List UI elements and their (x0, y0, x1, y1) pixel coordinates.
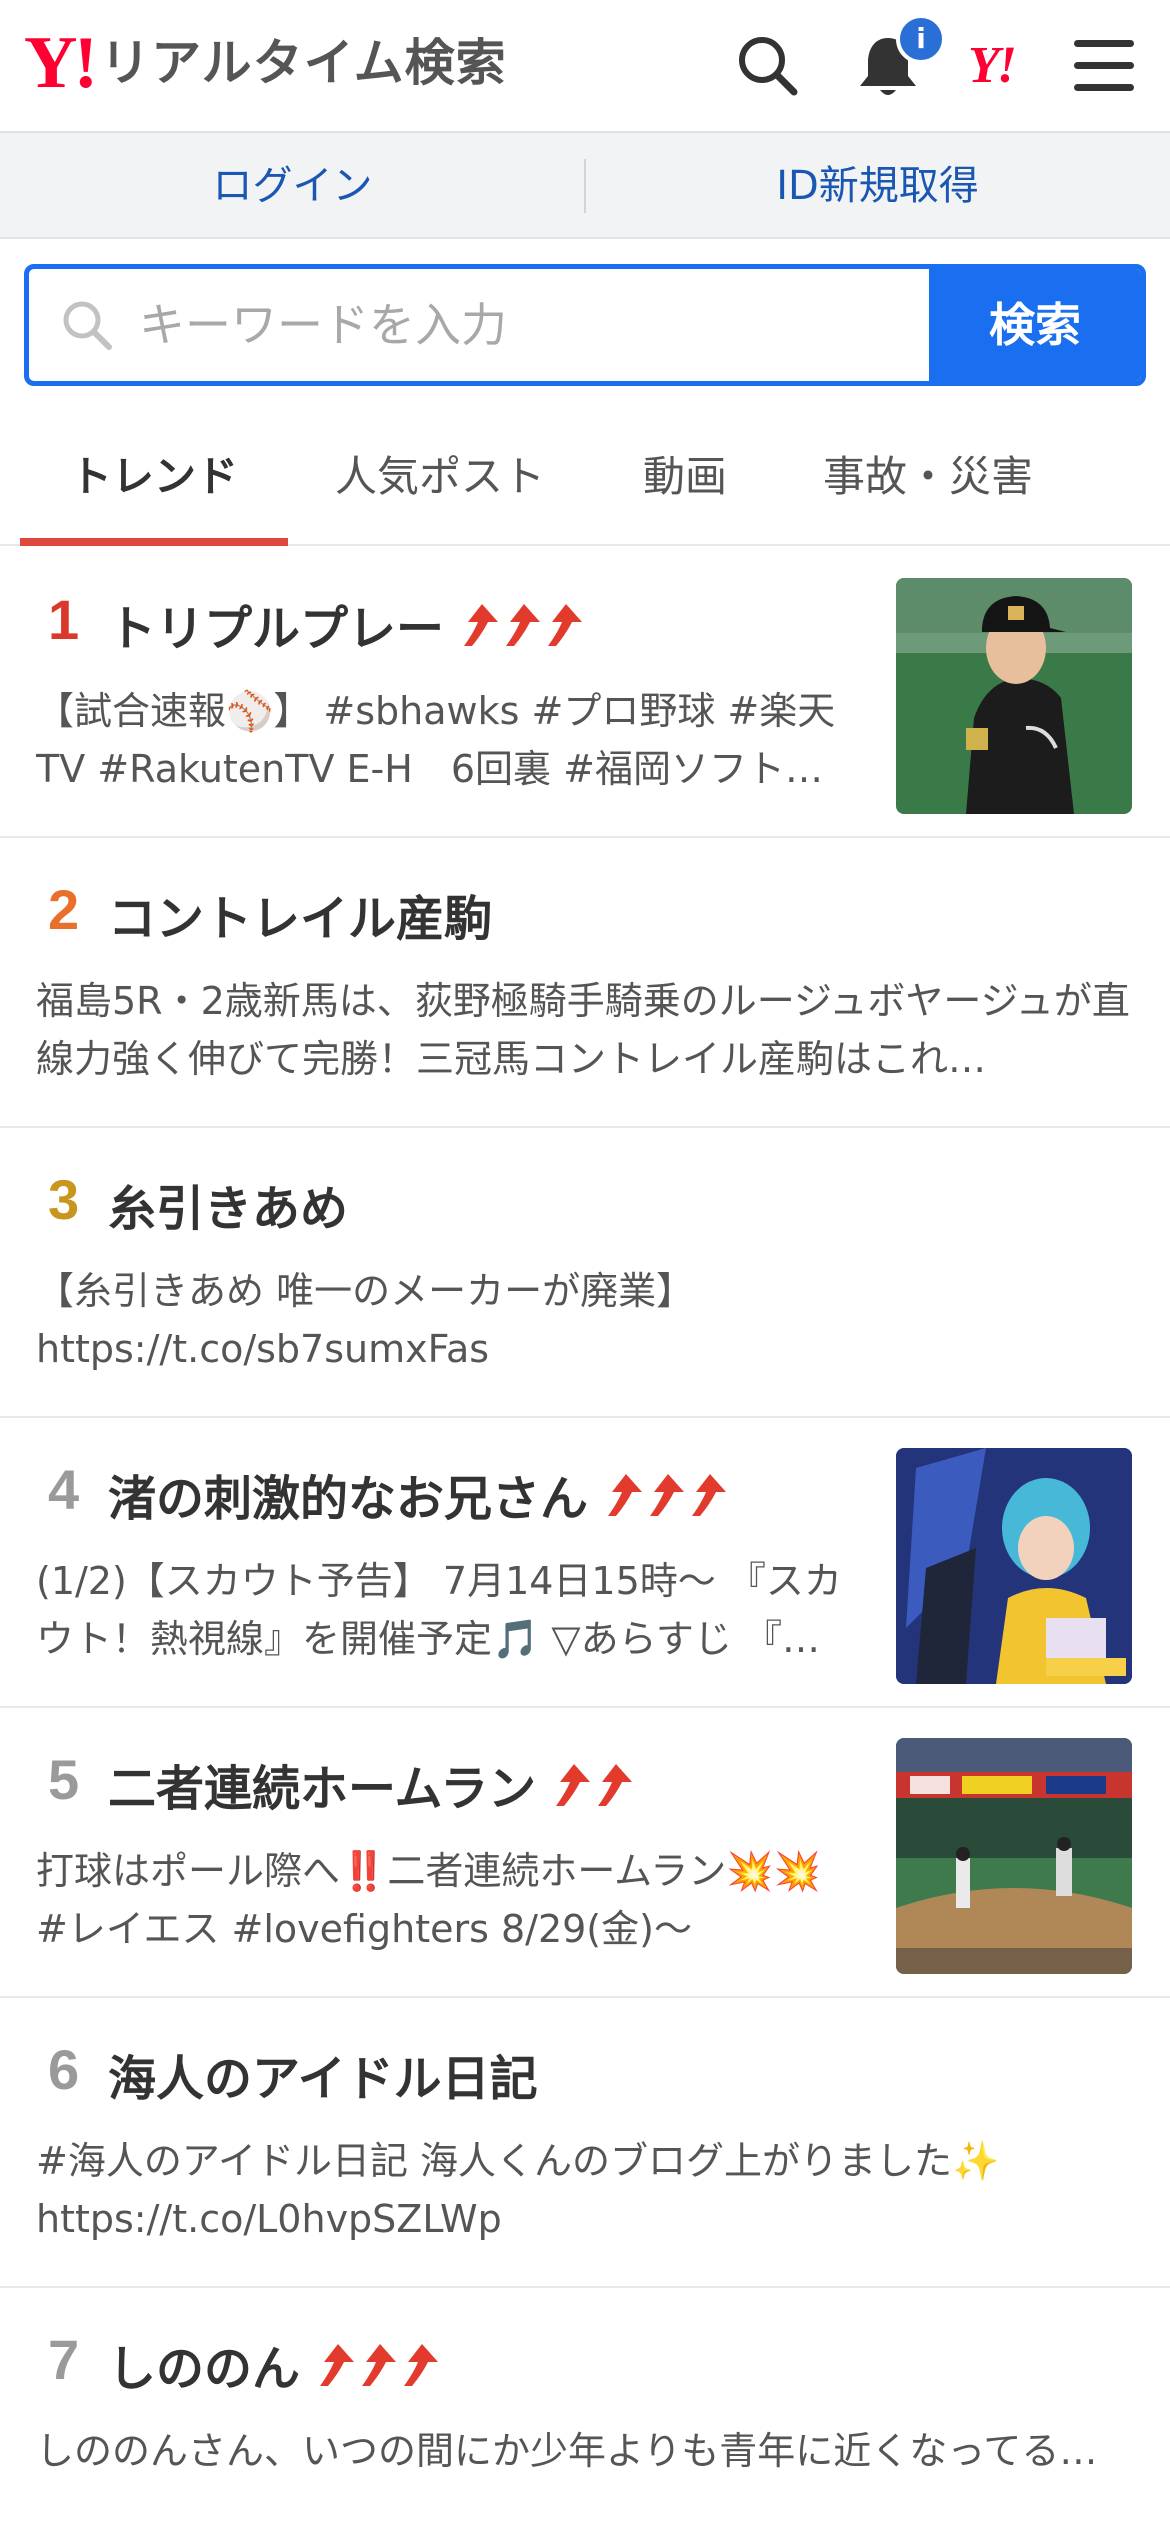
rising-arrow-icon (556, 1764, 591, 1806)
yahoo-realtime-logo[interactable]: Y! リアルタイム検索 (24, 22, 507, 104)
tab-popular-posts[interactable]: 人気ポスト (300, 410, 580, 544)
trend-title: 糸引きあめ (108, 1164, 348, 1244)
yahoo-logo-mark: Y! (24, 22, 98, 104)
notification-badge: i (896, 14, 946, 64)
trend-description: しののんさん、いつの間にか少年よりも青年に近くなってる… (36, 2429, 1098, 2473)
trend-description: 【糸引きあめ 唯一のメーカーが廃業】 https://t.co/sb7sumxF… (36, 1269, 695, 1371)
trend-title: 渚の刺激的なお兄さん (108, 1454, 730, 1534)
trend-rising-arrows (604, 1470, 730, 1518)
search-box: 検索 (24, 264, 1146, 386)
trend-description: #海人のアイドル日記 海人くんのブログ上がりました✨ https://t.co/… (36, 2139, 1000, 2241)
tab-videos[interactable]: 動画 (590, 410, 780, 544)
trend-rank: 1 (48, 588, 80, 651)
rising-arrow-icon (404, 2344, 439, 2386)
search-input[interactable] (139, 269, 939, 381)
trend-title: しののん (108, 2324, 442, 2404)
rising-arrow-icon (598, 1764, 633, 1806)
rising-arrow-icon (548, 604, 583, 646)
trend-title: 海人のアイドル日記 (108, 2034, 538, 2114)
register-link[interactable]: ID新規取得 (585, 133, 1170, 239)
rising-arrow-icon (506, 604, 541, 646)
app-header: Y! リアルタイム検索 i Y! (0, 0, 1170, 133)
trend-title-text: 海人のアイドル日記 (108, 2051, 538, 2107)
trend-title-text: 糸引きあめ (108, 1181, 349, 1237)
trend-title-text: コントレイル産駒 (108, 891, 493, 947)
trend-rising-arrows (316, 2340, 442, 2388)
trend-rank: 7 (48, 2328, 80, 2391)
trend-title-text: 渚の刺激的なお兄さん (108, 1471, 589, 1527)
trend-item[interactable]: 3 糸引きあめ 【糸引きあめ 唯一のメーカーが廃業】 https://t.co/… (0, 1128, 1170, 1418)
yahoo-japan-icon[interactable]: Y! (968, 34, 1048, 98)
active-tab-indicator (20, 538, 288, 546)
trend-description: 打球はポール際へ‼️二者連続ホームラン💥💥 #レイエス #lovefighter… (36, 1849, 821, 1951)
trend-title-text: 二者連続ホームラン (108, 1761, 537, 1817)
trend-rank: 5 (48, 1748, 80, 1811)
trend-rising-arrows (552, 1760, 636, 1808)
trend-title-text: しののん (108, 2341, 301, 2397)
trend-thumbnail-anime-card[interactable] (896, 1448, 1132, 1684)
trend-title: コントレイル産駒 (108, 874, 492, 954)
trend-description: (1/2)【スカウト予告】 7月14日15時〜 『スカウト！熱視線』を開催予定🎵… (36, 1559, 842, 1661)
category-tabs: トレンド 人気ポスト 動画 事故・災害 (0, 410, 1170, 546)
search-field-icon (59, 297, 115, 353)
login-link[interactable]: ログイン (0, 133, 585, 239)
trend-title: 二者連続ホームラン (108, 1744, 636, 1824)
tab-accidents-disasters[interactable]: 事故・災害 (800, 410, 1056, 544)
rising-arrow-icon (320, 2344, 355, 2386)
search-icon[interactable] (732, 30, 804, 102)
trend-rising-arrows (460, 600, 586, 648)
hamburger-menu-icon[interactable] (1068, 30, 1140, 102)
trend-thumbnail-stadium[interactable] (896, 1738, 1132, 1974)
trend-description: 【試合速報⚾】 #sbhawks #プロ野球 #楽天TV #RakutenTV … (36, 689, 836, 791)
trend-item[interactable]: 1 トリプルプレー 【試合速報⚾】 #sbhawks #プロ野球 #楽天TV #… (0, 548, 1170, 838)
trend-thumbnail-baseball-player[interactable] (896, 578, 1132, 814)
tab-trend[interactable]: トレンド (20, 410, 288, 544)
trend-item[interactable]: 2 コントレイル産駒 福島5R・2歳新馬は、荻野極騎手騎乗のルージュボヤージュが… (0, 838, 1170, 1128)
trend-description: 福島5R・2歳新馬は、荻野極騎手騎乗のルージュボヤージュが直線力強く伸びて完勝！… (36, 979, 1130, 1081)
rising-arrow-icon (650, 1474, 685, 1516)
trend-item[interactable]: 6 海人のアイドル日記 #海人のアイドル日記 海人くんのブログ上がりました✨ h… (0, 1998, 1170, 2288)
rising-arrow-icon (362, 2344, 397, 2386)
trend-rank: 2 (48, 878, 80, 941)
rising-arrow-icon (692, 1474, 727, 1516)
trend-item[interactable]: 4 渚の刺激的なお兄さん (1/2)【スカウト予告】 7月14日15時〜 『スカ… (0, 1418, 1170, 1708)
trend-rank: 4 (48, 1458, 80, 1521)
logo-text: リアルタイム検索 (100, 34, 507, 92)
rising-arrow-icon (608, 1474, 643, 1516)
search-button[interactable]: 検索 (929, 269, 1141, 381)
trend-rank: 3 (48, 1168, 80, 1231)
trend-title: トリプルプレー (108, 584, 586, 664)
trend-item[interactable]: 7 しののん しののんさん、いつの間にか少年よりも青年に近くなってる… (0, 2288, 1170, 2532)
trend-item[interactable]: 5 二者連続ホームラン 打球はポール際へ‼️二者連続ホームラン💥💥 #レイエス … (0, 1708, 1170, 1998)
login-bar: ログイン ID新規取得 (0, 133, 1170, 239)
trend-rank: 6 (48, 2038, 80, 2101)
rising-arrow-icon (464, 604, 499, 646)
trend-title-text: トリプルプレー (108, 601, 445, 657)
